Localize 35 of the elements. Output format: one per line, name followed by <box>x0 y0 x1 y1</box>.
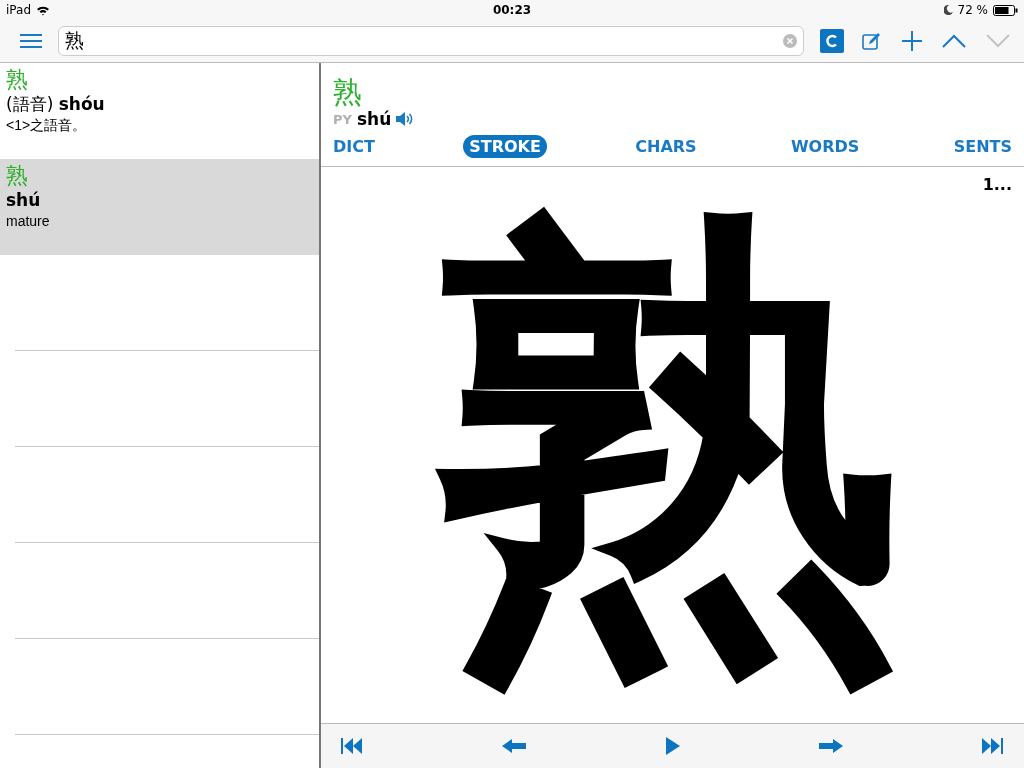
menu-button[interactable] <box>18 31 44 51</box>
tab[interactable]: STROKE <box>463 135 547 158</box>
stroke-character: 熟 <box>437 190 908 710</box>
result-headword: 熟 <box>6 163 28 189</box>
result-gloss: <1>之語音。 <box>6 116 87 135</box>
play-button[interactable] <box>663 735 682 757</box>
last-button[interactable] <box>980 736 1006 756</box>
battery-icon <box>993 4 1018 16</box>
result-item[interactable]: 熟 (語音) shóu <1>之語音。 <box>0 63 319 159</box>
battery-percent: 72 % <box>957 3 988 17</box>
device-name: iPad <box>6 3 31 17</box>
moon-icon <box>943 5 953 15</box>
tab[interactable]: CHARS <box>629 135 703 158</box>
entry-pinyin: shú <box>356 109 392 129</box>
next-button[interactable] <box>816 737 845 755</box>
result-reading: shú <box>6 189 41 211</box>
result-reading: (語音) shóu <box>6 93 105 115</box>
speaker-icon[interactable] <box>396 112 415 126</box>
add-button[interactable] <box>900 29 924 53</box>
stroke-count: 1... <box>982 175 1012 194</box>
entry-headword: 熟 <box>333 75 362 109</box>
search-field[interactable]: 熟 <box>58 26 804 56</box>
tab[interactable]: SENTS <box>947 135 1018 158</box>
wifi-icon <box>36 4 50 16</box>
status-time: 00:23 <box>492 3 532 17</box>
up-button[interactable] <box>940 32 968 50</box>
first-button[interactable] <box>339 736 365 756</box>
tab[interactable]: WORDS <box>784 135 866 158</box>
result-item[interactable]: 熟 shú mature <box>0 159 319 255</box>
pinyin-label: PY <box>333 111 352 127</box>
result-headword: 熟 <box>6 67 28 93</box>
previous-button[interactable] <box>500 737 529 755</box>
c-button[interactable] <box>820 29 844 53</box>
result-gloss: mature <box>6 212 50 231</box>
tab[interactable]: DICT <box>327 135 381 158</box>
